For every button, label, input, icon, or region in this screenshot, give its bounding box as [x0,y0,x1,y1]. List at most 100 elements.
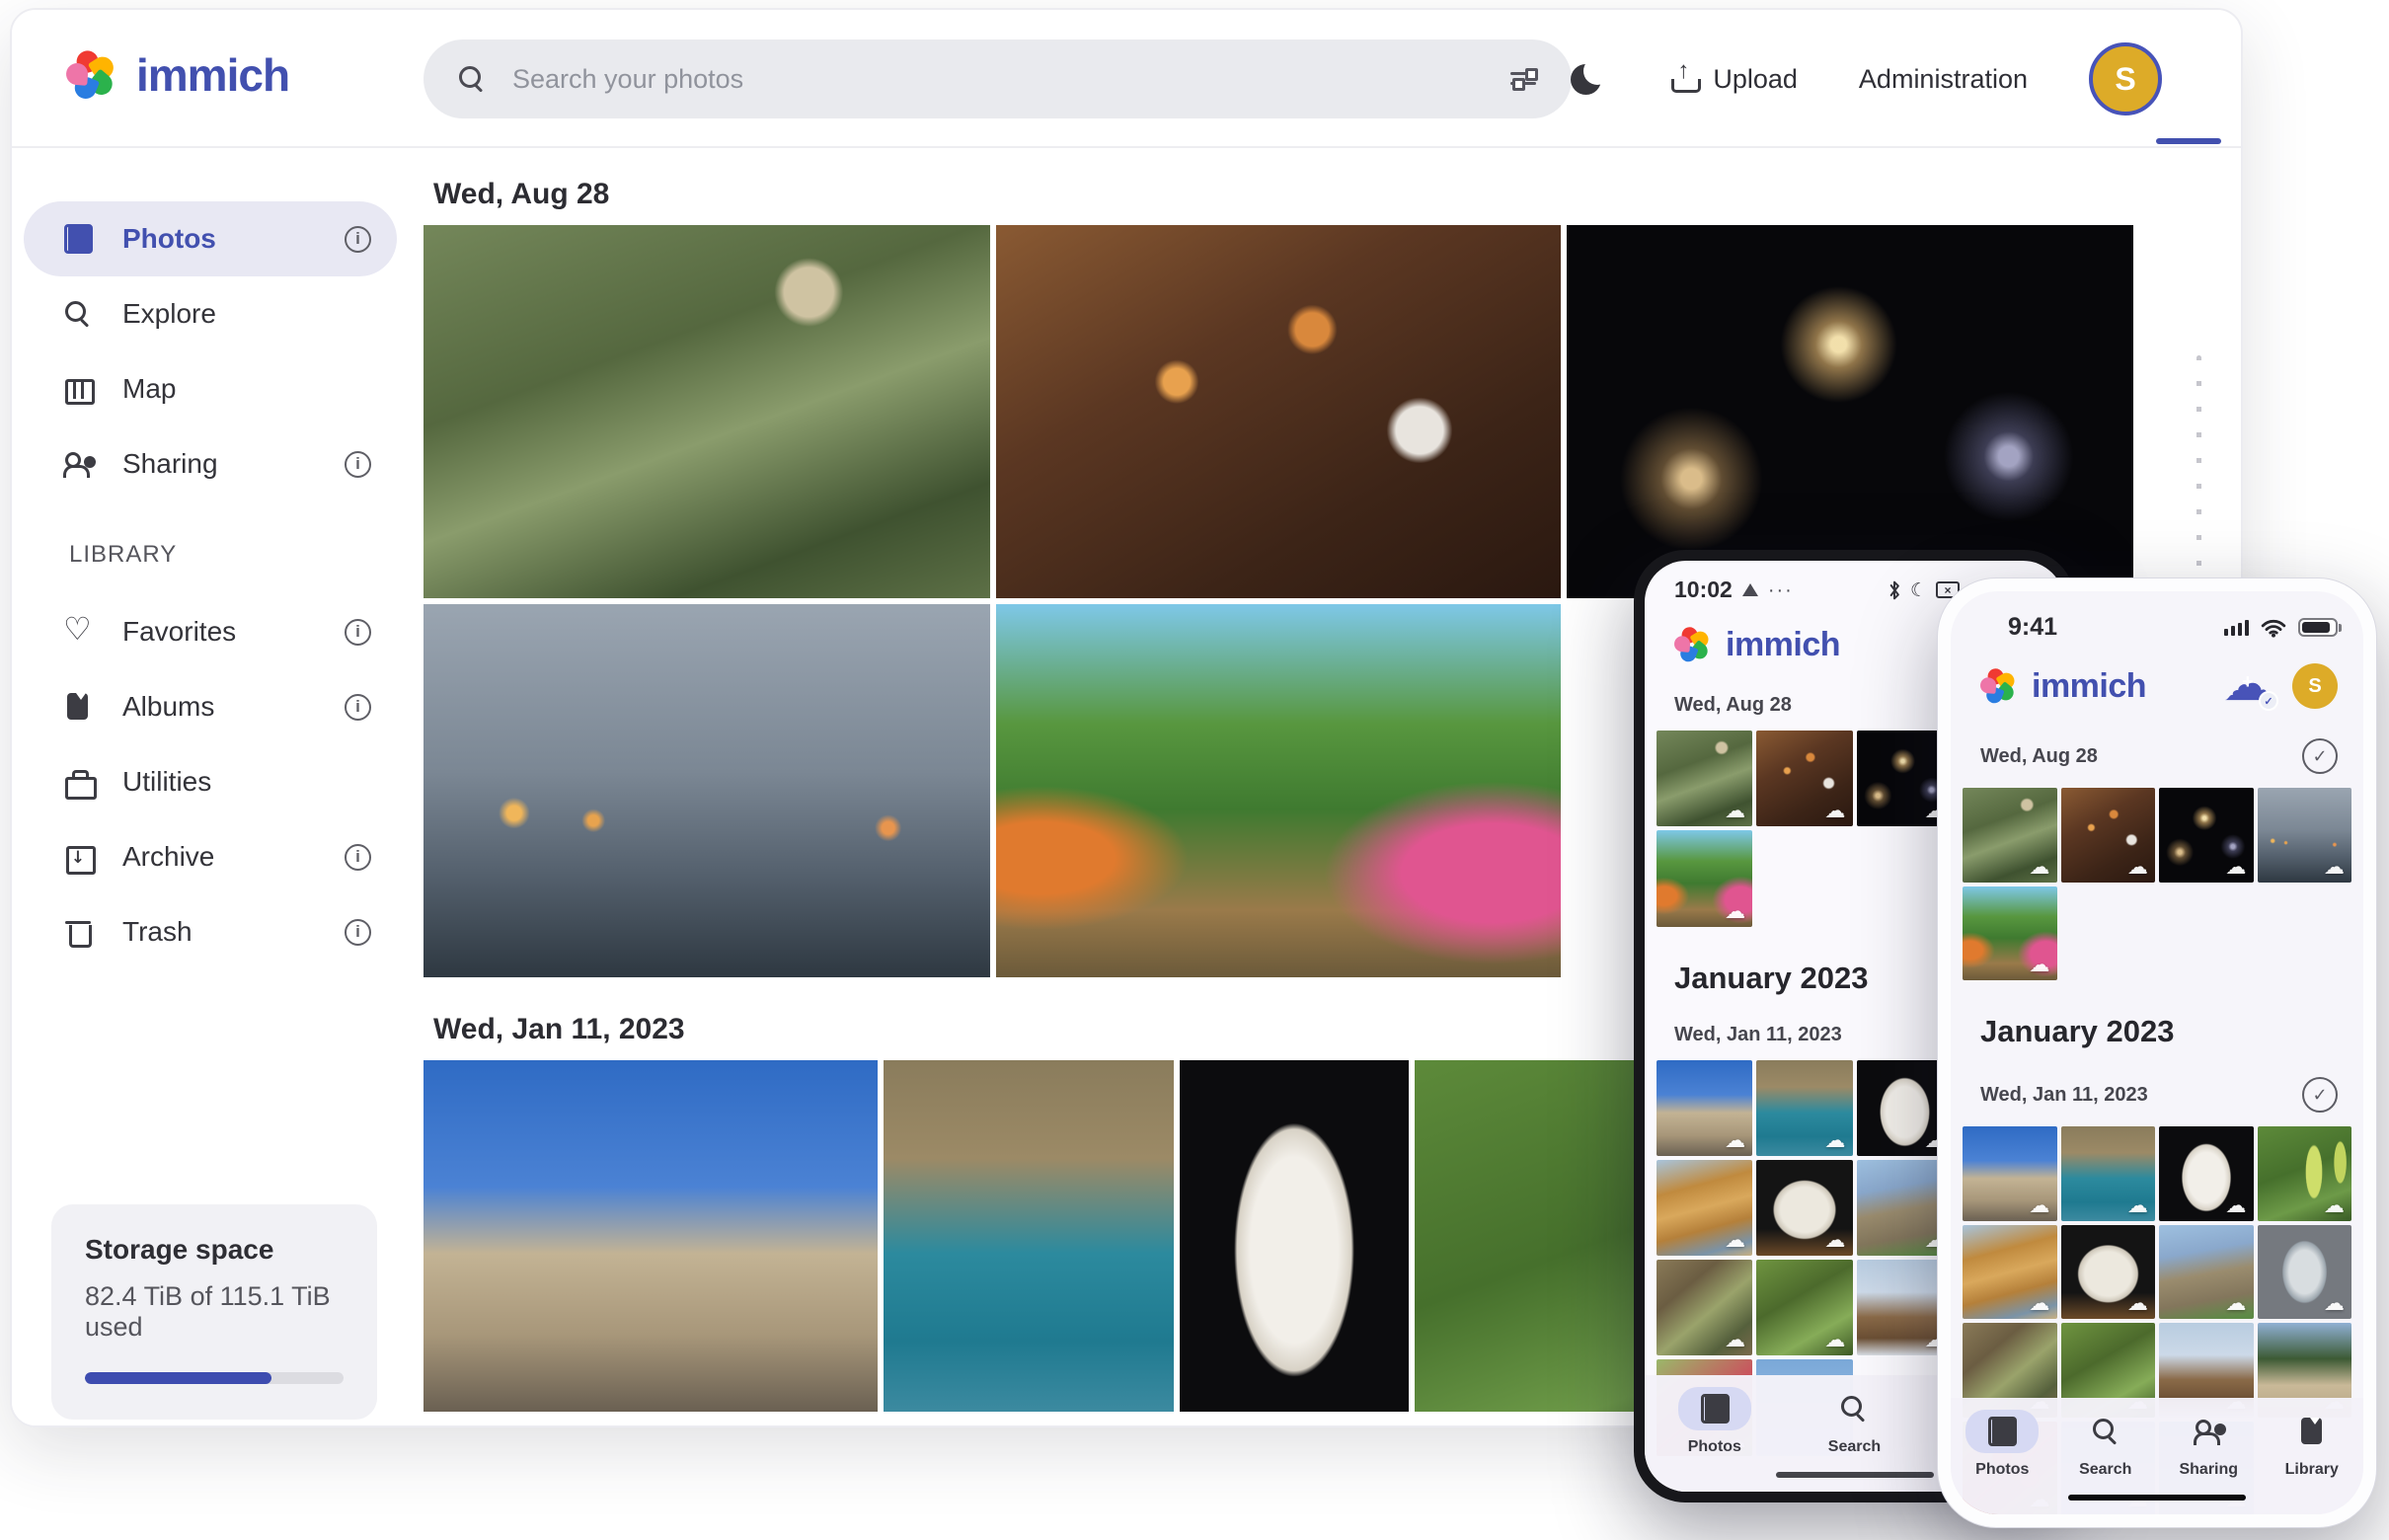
photo-lizard-1[interactable] [1657,1260,1752,1355]
cloud-sync-icon[interactable]: ✓ [2223,664,2276,708]
search-placeholder: Search your photos [512,64,1483,95]
photo-coastal-town[interactable] [1756,1060,1852,1156]
info-icon[interactable] [345,451,371,478]
photo-dinner-table[interactable] [996,225,1561,598]
photo-sculpture-woman[interactable] [1756,1160,1852,1256]
storage-progress-track [85,1372,344,1384]
search-icon [1839,1394,1869,1424]
photo-holding-hands[interactable] [424,604,990,977]
cloud-backup-icon [2030,1194,2050,1217]
photo-sculpture-bust[interactable] [2159,1126,2254,1221]
sidebar-item[interactable]: Albums [24,669,397,744]
photo-row [424,225,2149,598]
user-avatar[interactable]: S [2292,663,2338,709]
nav-item[interactable]: Photos [1965,1410,2039,1479]
date-label: Wed, Aug 28 [1674,694,1792,717]
cloud-backup-icon [2226,855,2247,879]
search-icon [2091,1417,2120,1446]
date-row: Wed, Jan 11, 2023 [1951,1055,2363,1126]
photos-icon [63,224,93,254]
sharing-icon [2194,1417,2223,1446]
photo-sculpture-bust[interactable] [1180,1060,1409,1412]
sidebar-item[interactable]: Sharing [24,426,397,501]
photo-sea-grapes[interactable] [2258,1126,2352,1221]
photo-fireworks[interactable] [1567,225,2133,598]
cellular-signal-icon [2224,620,2250,636]
sidebar-nav: Photos Explore Map Sharing [12,148,409,969]
sidebar-item[interactable]: Explore [24,276,397,351]
photo-holding-hands[interactable] [2258,788,2352,883]
administration-link[interactable]: Administration [1859,64,2028,95]
immich-logo: immich [1978,666,2146,706]
info-icon[interactable] [345,844,371,871]
cloud-backup-icon [2030,953,2050,976]
search-bar[interactable]: Search your photos [424,39,1572,118]
more-dots-icon: ··· [1768,585,1794,595]
cloud-backup-icon [1825,1128,1846,1152]
photo-dinner-table[interactable] [2061,788,2156,883]
photo-beach-cliff[interactable] [1657,1160,1752,1256]
sidebar-item[interactable]: Utilities [24,744,397,819]
photo-autumn-path[interactable] [1657,830,1752,926]
sidebar: Photos Explore Map Sharing [12,148,409,1425]
photo-sculpture-woman[interactable] [2061,1225,2156,1320]
info-icon[interactable] [345,226,371,253]
photo-coastal-town[interactable] [884,1060,1174,1412]
nav-item[interactable]: Search [2069,1410,2142,1479]
phone-app-bar: immich ✓ S [1951,646,2363,717]
home-indicator[interactable] [2068,1495,2246,1501]
immich-flower-icon [1978,666,2018,706]
photo-zoo-monkeys[interactable] [1963,788,2057,883]
photo-autumn-path[interactable] [996,604,1561,977]
sidebar-item[interactable]: Archive [24,819,397,894]
filter-sliders-icon[interactable] [1508,66,1538,92]
cloud-backup-icon [1725,1328,1745,1351]
scrubber-position-indicator[interactable] [2156,138,2221,144]
cloud-backup-icon [1725,1228,1745,1252]
cloud-backup-icon [2324,855,2345,879]
immich-logo[interactable]: immich [63,47,289,103]
cloud-backup-icon [1725,899,1745,923]
nav-item[interactable]: Search [1817,1387,1890,1456]
user-avatar[interactable]: S [2089,42,2162,116]
select-all-check-icon[interactable] [2302,738,2338,774]
photo-fortress[interactable] [1963,1126,2057,1221]
select-all-check-icon[interactable] [2302,1077,2338,1113]
sidebar-item[interactable]: Map [24,351,397,426]
photo-fortress[interactable] [424,1060,878,1412]
photo-beach-cliff[interactable] [1963,1225,2057,1320]
utilities-icon [63,767,93,797]
month-header: January 2023 [1951,980,2363,1055]
info-icon[interactable] [345,694,371,721]
photos-icon [1987,1417,2017,1446]
upload-button[interactable]: Upload [1667,63,1798,95]
photo-lizard-2[interactable] [1756,1260,1852,1355]
nav-item[interactable]: Sharing [2172,1410,2245,1479]
photo-castle-ruins[interactable] [2159,1225,2254,1320]
nav-item[interactable]: Photos [1678,1387,1751,1456]
status-time: 10:02 [1674,577,1733,603]
dark-mode-moon-icon[interactable] [1571,61,1606,97]
header-actions: Upload Administration S [1571,10,2162,148]
photo-dinner-table[interactable] [1756,731,1852,826]
sidebar-item[interactable]: Favorites [24,594,397,669]
photo-silver-ornament[interactable] [2258,1225,2352,1320]
cloud-backup-icon [2127,855,2148,879]
night-mode-icon: ☾ [1910,580,1927,600]
nav-item[interactable]: Library [2275,1410,2349,1479]
info-icon[interactable] [345,619,371,646]
iphone-mockup: 9:41 immich ✓ S Wed, Aug 28 [1937,578,2377,1528]
sidebar-item[interactable]: Trash [24,894,397,969]
albums-icon [63,692,93,722]
info-icon[interactable] [345,919,371,946]
status-bar: 9:41 [1951,591,2363,646]
photo-coastal-town[interactable] [2061,1126,2156,1221]
photo-autumn-path[interactable] [1963,886,2057,981]
photo-fortress[interactable] [1657,1060,1752,1156]
cloud-backup-icon [2324,1194,2345,1217]
sidebar-item[interactable]: Photos [24,201,397,276]
photo-fireworks[interactable] [2159,788,2254,883]
photo-zoo-monkeys[interactable] [1657,731,1752,826]
home-indicator[interactable] [1776,1472,1934,1478]
photo-zoo-monkeys[interactable] [424,225,990,598]
